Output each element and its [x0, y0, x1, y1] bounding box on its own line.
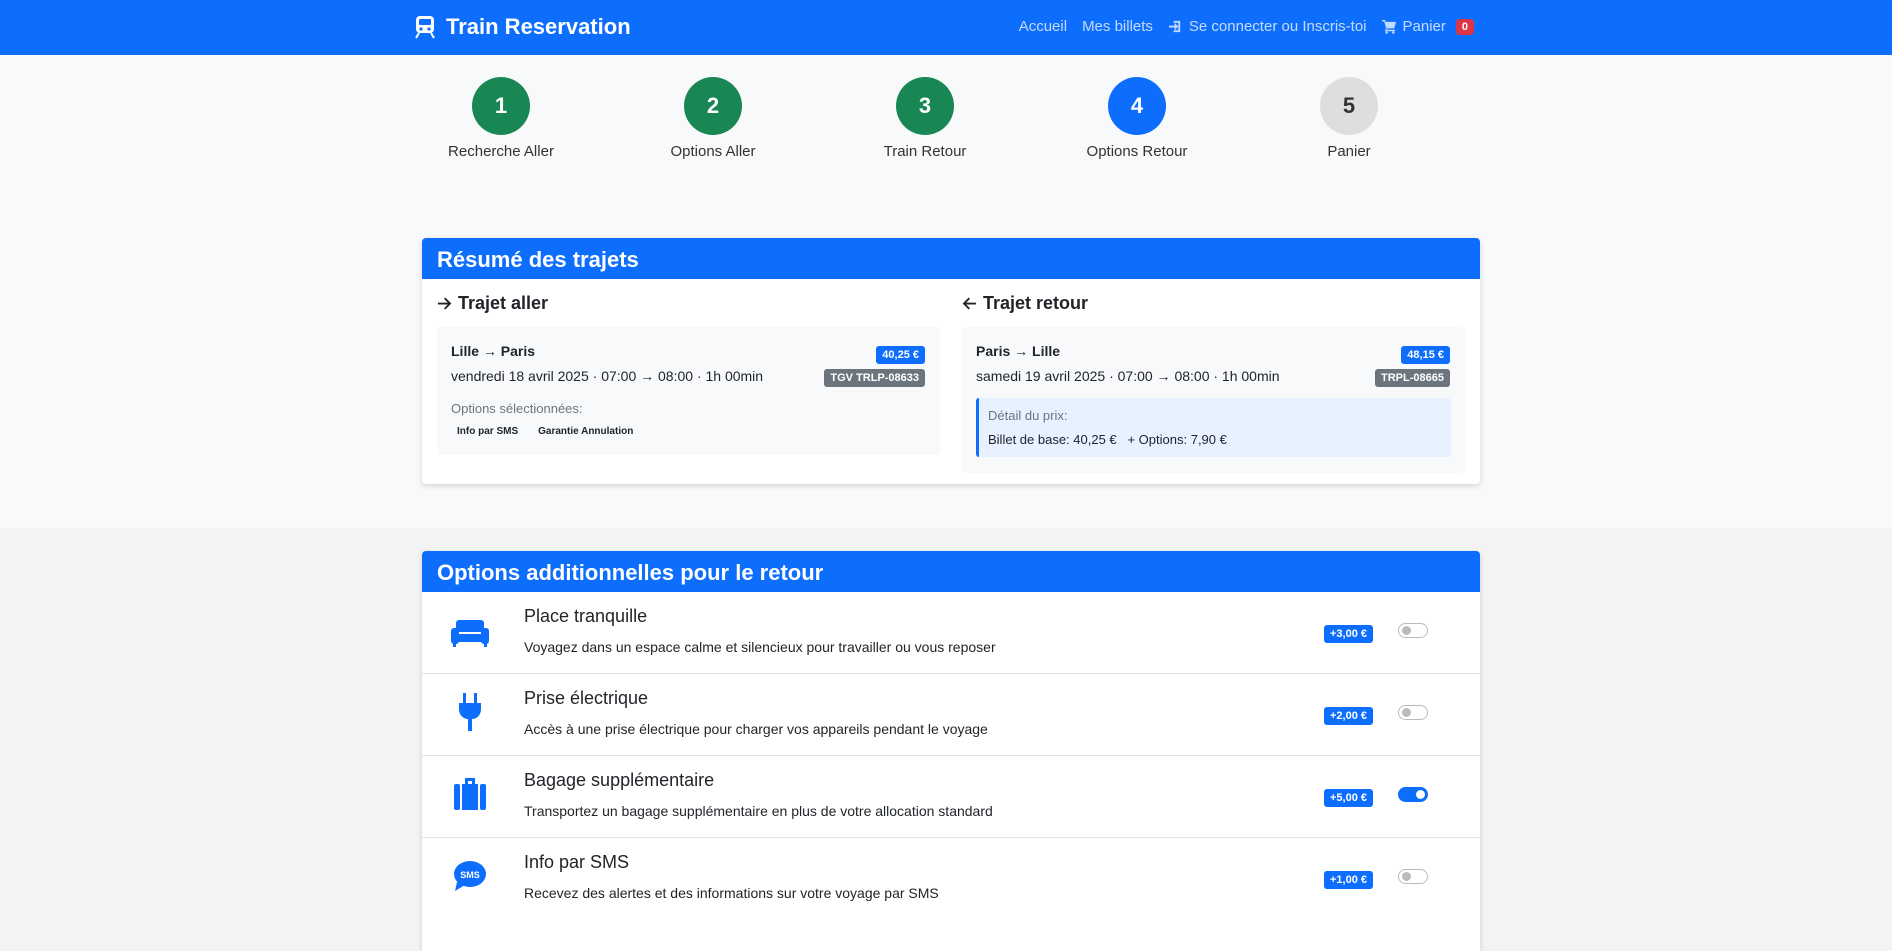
cart-count-badge: 0 [1455, 18, 1474, 35]
option-name: Bagage supplémentaire [524, 770, 715, 790]
toggle-knob [1402, 872, 1411, 881]
return-options-card: Options additionnelles pour le retour Pl… [422, 551, 1480, 951]
step-circle: 5 [1320, 77, 1378, 135]
navbar: Train Reservation Accueil Mes billets Se… [0, 0, 1892, 55]
suitcase-icon [450, 774, 490, 814]
nav-links: Accueil Mes billets Se connecter ou Insc… [1019, 18, 1474, 35]
return-heading-label: Trajet retour [983, 293, 1089, 313]
outbound-train-badge: TGV TRLP-08633 [824, 369, 925, 387]
price-detail-values: Billet de base: 40,25 € + Options: 7,90 … [988, 432, 1227, 447]
option-price-badge: +1,00 € [1324, 871, 1374, 889]
nav-home[interactable]: Accueil [1019, 18, 1067, 35]
option-name: Info par SMS [524, 852, 630, 872]
option-row-sms-info: SMS Info par SMS Recevez des alertes et … [422, 838, 1480, 920]
return-route: Paris → Lille [976, 343, 1061, 359]
sms-icon: SMS [450, 856, 490, 896]
toggle-knob [1402, 626, 1411, 635]
outbound-price-badge: 40,25 € [876, 346, 925, 364]
outbound-column: Trajet aller Lille → Paris vendredi 18 a… [437, 279, 940, 455]
toggle-knob [1416, 790, 1425, 799]
option-row-extra-luggage: Bagage supplémentaire Transportez un bag… [422, 756, 1480, 838]
selected-options-title: Options sélectionnées: [451, 401, 583, 416]
arrow-right-icon [437, 297, 452, 310]
option-name: Prise électrique [524, 688, 649, 708]
selected-option-tag: Garantie Annulation [532, 424, 640, 439]
option-row-quiet-seat: Place tranquille Voyagez dans un espace … [422, 592, 1480, 674]
step-label: Recherche Aller [448, 143, 554, 160]
selected-options: Info par SMS Garantie Annulation [451, 424, 926, 439]
options-title: Options additionnelles pour le retour [422, 551, 1480, 592]
step-4: 4 Options Retour [1057, 77, 1217, 160]
option-description: Accès à une prise électrique pour charge… [524, 721, 988, 737]
progress-stepper: 1 Recherche Aller 2 Options Aller 3 Trai… [421, 77, 1633, 167]
train-icon [415, 16, 435, 39]
step-1: 1 Recherche Aller [421, 77, 581, 160]
couch-icon [450, 613, 490, 653]
outbound-trip-box: Lille → Paris vendredi 18 avril 2025 · 0… [437, 327, 940, 455]
nav-tickets[interactable]: Mes billets [1082, 18, 1153, 35]
option-name: Place tranquille [524, 606, 648, 626]
return-trip-box: Paris → Lille samedi 19 avril 2025 · 07:… [962, 327, 1465, 473]
option-description: Voyagez dans un espace calme et silencie… [524, 639, 996, 655]
step-circle: 3 [896, 77, 954, 135]
option-description: Recevez des alertes et des informations … [524, 885, 939, 901]
trip-summary-card: Résumé des trajets Trajet aller Lille → … [422, 238, 1480, 484]
option-description: Transportez un bagage supplémentaire en … [524, 803, 993, 819]
return-train-badge: TRPL-08665 [1375, 369, 1450, 387]
price-detail-box: Détail du prix: Billet de base: 40,25 € … [976, 398, 1451, 457]
step-5: 5 Panier [1269, 77, 1429, 160]
cart-icon [1381, 19, 1396, 34]
nav-cart[interactable]: Panier 0 [1381, 18, 1474, 35]
nav-cart-label: Panier [1402, 18, 1446, 35]
return-column: Trajet retour Paris → Lille samedi 19 av… [962, 279, 1465, 473]
selected-option-tag: Info par SMS [451, 424, 525, 439]
outbound-route: Lille → Paris [451, 343, 536, 359]
outbound-heading-label: Trajet aller [458, 293, 549, 313]
svg-text:SMS: SMS [460, 870, 480, 880]
nav-login-label: Se connecter ou Inscris-toi [1188, 18, 1367, 35]
step-label: Train Retour [883, 143, 967, 160]
outbound-heading: Trajet aller [437, 293, 940, 314]
return-heading: Trajet retour [962, 293, 1465, 314]
sign-in-icon [1168, 20, 1181, 33]
option-toggle[interactable] [1398, 869, 1428, 884]
step-circle: 2 [684, 77, 742, 135]
return-price-badge: 48,15 € [1401, 346, 1450, 364]
brand[interactable]: Train Reservation [414, 14, 631, 40]
nav-login[interactable]: Se connecter ou Inscris-toi [1168, 18, 1367, 35]
option-toggle[interactable] [1398, 623, 1428, 638]
step-label: Options Aller [670, 143, 756, 160]
plug-icon [450, 692, 490, 732]
step-label: Panier [1327, 143, 1371, 160]
option-price-badge: +5,00 € [1324, 789, 1374, 807]
option-price-badge: +2,00 € [1324, 707, 1374, 725]
price-detail-title: Détail du prix: [988, 408, 1068, 423]
step-circle: 4 [1108, 77, 1166, 135]
toggle-knob [1402, 708, 1411, 717]
option-toggle[interactable] [1398, 705, 1428, 720]
step-2: 2 Options Aller [633, 77, 793, 160]
option-toggle[interactable] [1398, 787, 1428, 802]
option-price-badge: +3,00 € [1324, 625, 1374, 643]
step-circle: 1 [472, 77, 530, 135]
arrow-left-icon [962, 297, 977, 310]
step-label: Options Retour [1086, 143, 1188, 160]
option-row-power-outlet: Prise électrique Accès à une prise élect… [422, 674, 1480, 756]
summary-title: Résumé des trajets [422, 238, 1480, 279]
step-3: 3 Train Retour [845, 77, 1005, 160]
brand-title: Train Reservation [446, 14, 631, 39]
